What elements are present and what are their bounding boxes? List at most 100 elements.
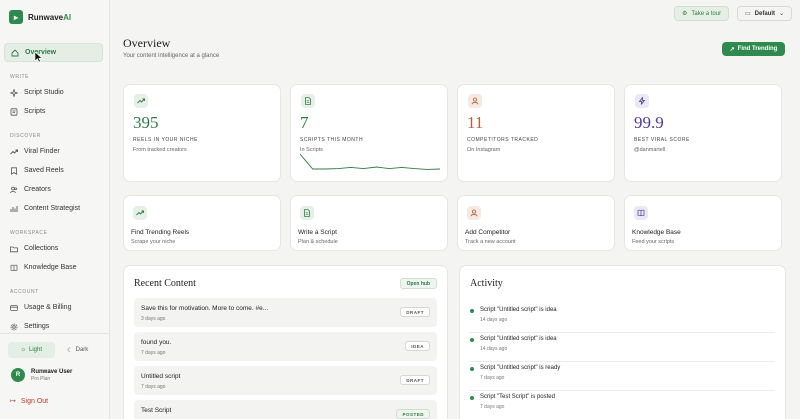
trending-icon [133,206,147,220]
bookmark-icon [10,166,18,175]
stat-card: 395 REELS IN YOUR NICHE From tracked creat… [123,84,281,182]
sidebar-item-script-studio[interactable]: Script Studio [4,83,103,102]
stat-subtitle: @danmartell [634,147,666,153]
status-badge: IDEA [405,341,430,351]
stat-card: 11 COMPETITORS TRACKED On Instagram [457,84,615,182]
stat-value: 395 [133,113,159,132]
recent-content-time: 7 days ago [141,384,166,390]
sidebar-item-overview[interactable]: Overview [4,43,103,62]
theme-light-button[interactable]: ☼ Light [8,342,55,358]
workspace-select[interactable]: ▭ Default ⌄ [737,6,793,21]
find-trending-button[interactable]: ↗ Find Trending [722,42,785,56]
quick-action-title: Knowledge Base [632,229,681,236]
sidebar-item-label: Collections [24,245,59,252]
theme-dark-button[interactable]: ☾ Dark [55,342,102,358]
quick-action-card[interactable]: Knowledge Base Feed your scripts [624,195,782,251]
theme-dark-label: Dark [75,347,89,353]
trending-icon: ↗ [729,46,735,53]
user-plan: Pro Plan [31,375,51,382]
activity-time: 14 days ago [480,346,508,352]
sidebar-item-content-strategist[interactable]: Content Strategist [4,199,103,218]
quick-action-title: Add Competitor [465,229,511,236]
sidebar-item-label: Content Strategist [24,205,81,212]
scripts-sparkline [300,153,440,170]
activity-time: 7 days ago [480,404,505,410]
sidebar-nav: Overview WRITE Script Studio Scripts DISCOVE… [4,43,103,336]
trending-icon [134,94,148,108]
sidebar-item-collections[interactable]: Collections [4,239,103,258]
trending-icon [10,148,18,156]
sign-out-icon: ↦ [10,398,16,405]
take-tour-button[interactable]: ⚙ Take a tour [674,6,730,21]
sidebar-item-label: Script Studio [24,89,64,96]
brand-name: RunwaveAI [28,13,71,22]
activity-text: Script "Untitled script" is idea [480,336,557,342]
user-profile[interactable]: R Runwave User Pro Plan [11,368,72,382]
recent-content-item[interactable]: Untitled script 7 days ago DRAFT [134,366,437,395]
sidebar-item-saved-reels[interactable]: Saved Reels [4,161,103,180]
sidebar-item-viral-finder[interactable]: Viral Finder [4,142,103,161]
activity-dot [470,309,474,313]
recent-content-item[interactable]: Save this for motivation. More to come. … [134,298,437,327]
status-badge: DRAFT [400,307,430,317]
activity-item: Script "Untitled script" is idea 14 days … [470,304,775,333]
brand-suffix: AI [63,12,72,22]
activity-text: Script "Untitled script" is ready [480,365,561,371]
book-icon [634,206,648,220]
stat-label: BEST VIRAL SCORE [634,137,690,143]
gear-icon: ⚙ [682,11,688,17]
activity-time: 14 days ago [480,317,508,323]
sidebar-item-label: Creators [24,186,51,193]
stat-card: 99.9 BEST VIRAL SCORE @danmartell [624,84,782,182]
activity-dot [470,338,474,342]
recent-content-title-text: Untitled script [141,373,181,380]
card-icon [10,304,18,312]
open-hub-button[interactable]: Open hub [399,278,437,289]
avatar: R [11,368,25,382]
activity-dot [470,367,474,371]
gear-icon [10,323,18,331]
workspace-icon: ▭ [745,11,751,17]
workspace-label: Default [754,10,776,17]
activity-time: 7 days ago [480,375,505,381]
activity-item: Script "Untitled script" is ready 7 days … [470,362,775,391]
activity-item: Script "Untitled script" is idea 14 days … [470,333,775,362]
logo-icon: ▸ [9,10,23,24]
activity-text: Script "Untitled script" is idea [480,307,557,313]
main-content: ⚙ Take a tour ▭ Default ⌄ Overview Your con… [110,0,800,419]
sidebar-item-creators[interactable]: Creators [4,180,103,199]
recent-content-title: Recent Content [134,278,196,289]
document-icon [300,206,314,220]
stat-subtitle: On Instagram [467,147,501,153]
user-name: Runwave User [31,368,73,375]
quick-action-card[interactable]: Write a Script Plan & schedule [290,195,448,251]
page-subtitle: Your content intelligence at a glance [123,53,220,59]
sign-out-button[interactable]: ↦ Sign Out [10,397,48,406]
status-badge: POSTED [396,409,430,419]
mouse-cursor-icon [35,52,43,62]
activity-title: Activity [470,278,503,289]
recent-content-time: 3 days ago [141,316,166,322]
recent-content-item[interactable]: found you. 7 days ago IDEA [134,332,437,361]
sidebar-item-scripts[interactable]: Scripts [4,102,103,121]
stat-value: 11 [467,113,484,132]
sidebar-item-label: Usage & Billing [24,304,72,311]
sun-icon: ☼ [20,347,26,353]
sidebar-item-knowledge-base[interactable]: Knowledge Base [4,258,103,277]
stat-subtitle: From tracked creators [133,147,187,153]
theme-toggle: ☼ Light ☾ Dark [8,342,101,358]
recent-content-item[interactable]: Test Script POSTED [134,400,437,419]
sidebar: ▸ RunwaveAI Overview WRITE Script Studio Sc… [0,0,110,419]
quick-action-title: Write a Script [298,229,337,236]
stat-value: 7 [300,113,309,132]
quick-action-card[interactable]: Add Competitor Track a new account [457,195,615,251]
nav-section-account: ACCOUNT [10,289,39,295]
brand[interactable]: ▸ RunwaveAI [0,0,109,34]
activity-text: Script "Test Script" is posted [480,394,555,400]
status-badge: DRAFT [400,375,430,385]
quick-action-card[interactable]: Find Trending Reels Scrape your niche [123,195,281,251]
brand-name-text: Runwave [28,12,64,22]
chevron-down-icon: ⌄ [779,11,785,17]
sidebar-item-usage-billing[interactable]: Usage & Billing [4,298,103,317]
moon-icon: ☾ [67,347,73,354]
